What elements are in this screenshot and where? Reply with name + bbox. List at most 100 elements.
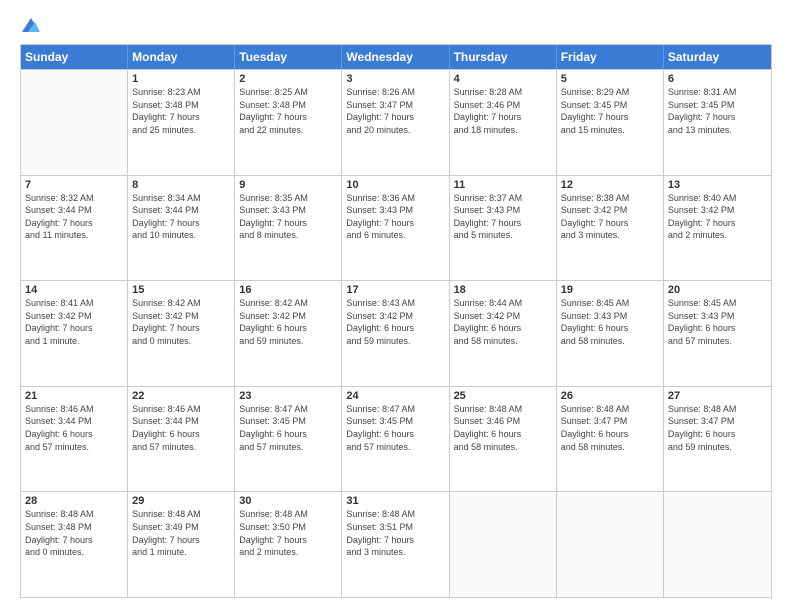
calendar-week: 1Sunrise: 8:23 AMSunset: 3:48 PMDaylight… (21, 69, 771, 175)
day-number: 24 (346, 390, 444, 402)
calendar-header-cell: Tuesday (235, 45, 342, 69)
day-info: and 20 minutes. (346, 124, 444, 137)
day-number: 17 (346, 284, 444, 296)
day-info: Daylight: 6 hours (561, 428, 659, 441)
day-info: Daylight: 7 hours (132, 217, 230, 230)
day-info: and 59 minutes. (346, 335, 444, 348)
day-info: Daylight: 7 hours (239, 217, 337, 230)
day-info: Sunrise: 8:31 AM (668, 86, 767, 99)
calendar-week: 14Sunrise: 8:41 AMSunset: 3:42 PMDayligh… (21, 280, 771, 386)
day-info: Sunset: 3:46 PM (454, 415, 552, 428)
day-info: Sunrise: 8:45 AM (561, 297, 659, 310)
day-info: Sunset: 3:51 PM (346, 521, 444, 534)
day-info: Sunset: 3:48 PM (132, 99, 230, 112)
day-info: and 2 minutes. (239, 546, 337, 559)
calendar-cell: 18Sunrise: 8:44 AMSunset: 3:42 PMDayligh… (450, 281, 557, 386)
day-info: Sunset: 3:43 PM (346, 204, 444, 217)
calendar-cell: 31Sunrise: 8:48 AMSunset: 3:51 PMDayligh… (342, 492, 449, 597)
day-info: and 13 minutes. (668, 124, 767, 137)
day-info: Daylight: 7 hours (132, 111, 230, 124)
day-number: 25 (454, 390, 552, 402)
day-info: Sunset: 3:47 PM (668, 415, 767, 428)
day-info: Daylight: 6 hours (132, 428, 230, 441)
day-info: Daylight: 6 hours (668, 322, 767, 335)
day-info: and 57 minutes. (239, 441, 337, 454)
day-info: and 58 minutes. (561, 335, 659, 348)
day-info: Sunrise: 8:48 AM (25, 508, 123, 521)
calendar-cell: 6Sunrise: 8:31 AMSunset: 3:45 PMDaylight… (664, 70, 771, 175)
day-info: Daylight: 7 hours (346, 534, 444, 547)
day-info: Sunrise: 8:47 AM (239, 403, 337, 416)
day-number: 3 (346, 73, 444, 85)
day-info: Daylight: 6 hours (668, 428, 767, 441)
day-info: and 57 minutes. (346, 441, 444, 454)
day-info: Daylight: 6 hours (561, 322, 659, 335)
day-number: 22 (132, 390, 230, 402)
day-number: 15 (132, 284, 230, 296)
day-info: Daylight: 7 hours (25, 217, 123, 230)
calendar-header-cell: Saturday (664, 45, 771, 69)
day-info: Sunset: 3:47 PM (346, 99, 444, 112)
day-info: and 59 minutes. (668, 441, 767, 454)
day-info: Sunrise: 8:47 AM (346, 403, 444, 416)
calendar-cell: 2Sunrise: 8:25 AMSunset: 3:48 PMDaylight… (235, 70, 342, 175)
day-info: Sunset: 3:47 PM (561, 415, 659, 428)
calendar-header-cell: Thursday (450, 45, 557, 69)
day-number: 8 (132, 179, 230, 191)
day-info: Daylight: 6 hours (346, 322, 444, 335)
day-info: Sunrise: 8:43 AM (346, 297, 444, 310)
day-number: 31 (346, 495, 444, 507)
day-info: Sunrise: 8:38 AM (561, 192, 659, 205)
day-number: 16 (239, 284, 337, 296)
day-info: Sunrise: 8:37 AM (454, 192, 552, 205)
day-info: and 15 minutes. (561, 124, 659, 137)
day-info: and 25 minutes. (132, 124, 230, 137)
day-info: Sunrise: 8:48 AM (668, 403, 767, 416)
day-info: and 6 minutes. (346, 229, 444, 242)
day-info: Sunrise: 8:26 AM (346, 86, 444, 99)
calendar-cell (557, 492, 664, 597)
day-info: Daylight: 6 hours (239, 428, 337, 441)
day-info: Daylight: 6 hours (346, 428, 444, 441)
day-info: and 18 minutes. (454, 124, 552, 137)
day-number: 13 (668, 179, 767, 191)
day-info: Sunset: 3:45 PM (239, 415, 337, 428)
day-info: Sunrise: 8:48 AM (346, 508, 444, 521)
day-info: Sunset: 3:42 PM (346, 310, 444, 323)
day-number: 2 (239, 73, 337, 85)
day-number: 6 (668, 73, 767, 85)
day-info: Daylight: 7 hours (239, 111, 337, 124)
day-info: Sunrise: 8:48 AM (132, 508, 230, 521)
day-info: Sunrise: 8:44 AM (454, 297, 552, 310)
calendar-week: 21Sunrise: 8:46 AMSunset: 3:44 PMDayligh… (21, 386, 771, 492)
day-info: Daylight: 7 hours (132, 322, 230, 335)
day-number: 29 (132, 495, 230, 507)
day-info: Sunrise: 8:41 AM (25, 297, 123, 310)
calendar-cell: 21Sunrise: 8:46 AMSunset: 3:44 PMDayligh… (21, 387, 128, 492)
day-info: and 58 minutes. (454, 335, 552, 348)
logo-icon (22, 18, 40, 32)
day-info: Sunrise: 8:48 AM (454, 403, 552, 416)
day-info: Sunset: 3:44 PM (25, 204, 123, 217)
day-info: Sunrise: 8:42 AM (132, 297, 230, 310)
day-info: Sunrise: 8:29 AM (561, 86, 659, 99)
day-info: Sunset: 3:42 PM (25, 310, 123, 323)
day-info: Sunset: 3:44 PM (132, 204, 230, 217)
calendar-cell: 19Sunrise: 8:45 AMSunset: 3:43 PMDayligh… (557, 281, 664, 386)
day-number: 1 (132, 73, 230, 85)
day-info: and 58 minutes. (561, 441, 659, 454)
day-info: Sunrise: 8:34 AM (132, 192, 230, 205)
calendar-week: 7Sunrise: 8:32 AMSunset: 3:44 PMDaylight… (21, 175, 771, 281)
calendar-header-cell: Wednesday (342, 45, 449, 69)
calendar-cell: 14Sunrise: 8:41 AMSunset: 3:42 PMDayligh… (21, 281, 128, 386)
calendar-cell: 4Sunrise: 8:28 AMSunset: 3:46 PMDaylight… (450, 70, 557, 175)
calendar-header-cell: Monday (128, 45, 235, 69)
calendar-cell (664, 492, 771, 597)
day-info: Sunrise: 8:35 AM (239, 192, 337, 205)
calendar-cell: 9Sunrise: 8:35 AMSunset: 3:43 PMDaylight… (235, 176, 342, 281)
day-info: Daylight: 7 hours (25, 534, 123, 547)
day-info: Daylight: 6 hours (454, 428, 552, 441)
day-info: Sunset: 3:48 PM (25, 521, 123, 534)
calendar-cell: 22Sunrise: 8:46 AMSunset: 3:44 PMDayligh… (128, 387, 235, 492)
day-info: Daylight: 7 hours (132, 534, 230, 547)
